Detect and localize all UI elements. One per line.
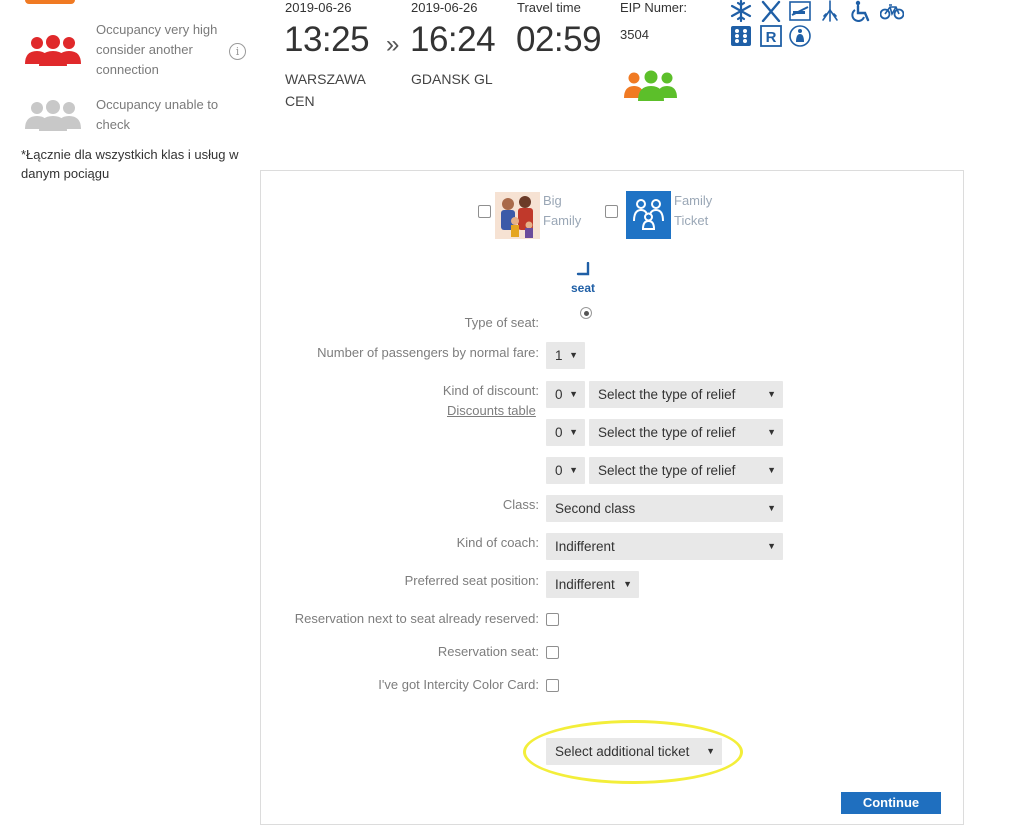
reservation-icon: R — [760, 25, 782, 47]
occupancy-unable-icon — [25, 100, 81, 131]
seat-position-select[interactable]: Indifferent ▼ — [546, 571, 639, 598]
departure-station-line1: WARSZAWA — [285, 71, 366, 87]
discount-label: Kind of discount: — [442, 383, 539, 398]
discount-count-select[interactable]: 0 ▼ — [546, 457, 585, 484]
passengers-select[interactable]: 1 ▼ — [546, 342, 585, 369]
discount-count-select[interactable]: 0 ▼ — [546, 419, 585, 446]
class-value: Second class — [555, 501, 636, 516]
legend-very-high-text: Occupancy very high consider another con… — [96, 20, 217, 80]
legend-very-high-line1: Occupancy very high — [96, 22, 218, 37]
arrow-icon: » — [386, 31, 400, 58]
passengers-value: 1 — [555, 348, 563, 363]
discount-count-value: 0 — [555, 425, 563, 440]
no-smoking-icon — [789, 1, 811, 21]
restaurant-icon — [761, 0, 781, 22]
class-label: Class: — [502, 497, 539, 512]
discount-type-select[interactable]: Select the type of relief ▼ — [589, 381, 783, 408]
chevron-down-icon: ▼ — [623, 579, 632, 589]
legend-note: *Łącznie dla wszystkich klas i usług w d… — [21, 147, 239, 181]
arrival-station: GDANSK GL — [411, 71, 493, 87]
svg-text:R: R — [766, 29, 777, 46]
travel-time-label: Travel time — [517, 0, 581, 15]
discount-type-select[interactable]: Select the type of relief ▼ — [589, 419, 783, 446]
color-card-checkbox[interactable] — [546, 679, 559, 692]
discount-count-value: 0 — [555, 463, 563, 478]
big-family-line2: Family — [543, 213, 582, 228]
big-family-line1: Big — [543, 193, 562, 208]
chevron-down-icon: ▼ — [569, 427, 578, 437]
departure-date: 2019-06-26 — [285, 0, 352, 15]
discount-type-value: Select the type of relief — [598, 387, 736, 402]
departure-station: WARSZAWA CEN — [285, 68, 366, 112]
continue-button[interactable]: Continue — [841, 792, 941, 814]
chevron-down-icon: ▼ — [767, 427, 776, 437]
color-card-label: I've got Intercity Color Card: — [378, 677, 539, 692]
departure-time: 13:25 — [284, 20, 370, 59]
wheelchair-icon — [851, 0, 870, 22]
snowflake-icon — [730, 0, 752, 22]
discounts-table-link[interactable]: Discounts table — [447, 403, 536, 418]
seat-label: seat — [571, 281, 596, 295]
departure-station-line2: CEN — [285, 93, 315, 109]
power-outlet-icon — [822, 0, 838, 22]
family-ticket-label: Family Ticket — [674, 191, 712, 231]
next-to-reserved-checkbox[interactable] — [546, 613, 559, 626]
passengers-label: Number of passengers by normal fare: — [317, 345, 539, 360]
chevron-down-icon: ▼ — [767, 389, 776, 399]
discount-count-select[interactable]: 0 ▼ — [546, 381, 585, 408]
legend-unable-line2: check — [96, 117, 130, 132]
reservation-seat-checkbox[interactable] — [546, 646, 559, 659]
chevron-down-icon: ▼ — [569, 350, 578, 360]
top-partial-occupancy-icon — [25, 0, 75, 4]
family-ticket-line1: Family — [674, 193, 713, 208]
eip-label: EIP Numer: — [620, 0, 687, 15]
legend-very-high-line2: consider another — [96, 42, 193, 57]
seat-position-label: Preferred seat position: — [404, 573, 539, 588]
next-to-reserved-label: Reservation next to seat already reserve… — [294, 611, 539, 626]
discount-count-value: 0 — [555, 387, 563, 402]
family-ticket-icon — [626, 191, 671, 239]
braille-icon — [731, 26, 751, 46]
eip-number: 3504 — [620, 27, 649, 42]
big-family-label: Big Family — [543, 191, 581, 231]
highlight-ellipse — [523, 720, 743, 784]
legend-unable-text: Occupancy unable to check — [96, 95, 218, 135]
arrival-time: 16:24 — [410, 20, 496, 59]
chevron-down-icon: ▼ — [767, 503, 776, 513]
family-ticket-line2: Ticket — [674, 213, 709, 228]
bicycle-icon — [880, 4, 904, 20]
seat-icon — [576, 262, 590, 276]
occupancy-status-icon — [624, 70, 677, 101]
reservation-seat-label: Reservation seat: — [437, 644, 539, 659]
discount-type-value: Select the type of relief — [598, 425, 736, 440]
class-select[interactable]: Second class ▼ — [546, 495, 783, 522]
discount-type-select[interactable]: Select the type of relief ▼ — [589, 457, 783, 484]
family-compartment-icon — [789, 25, 811, 47]
family-ticket-checkbox[interactable] — [605, 205, 618, 218]
legend-unable-line1: Occupancy unable to — [96, 97, 219, 112]
big-family-checkbox[interactable] — [478, 205, 491, 218]
legend-very-high-line3: connection — [96, 62, 159, 77]
info-icon[interactable]: i — [229, 43, 246, 60]
occupancy-very-high-icon — [25, 35, 81, 66]
discount-type-value: Select the type of relief — [598, 463, 736, 478]
coach-label: Kind of coach: — [456, 535, 539, 550]
type-of-seat-label: Type of seat: — [464, 315, 539, 330]
arrival-date: 2019-06-26 — [411, 0, 478, 15]
big-family-icon — [495, 192, 540, 239]
seat-radio[interactable] — [580, 307, 592, 319]
travel-time: 02:59 — [516, 20, 602, 59]
coach-value: Indifferent — [555, 539, 615, 554]
chevron-down-icon: ▼ — [767, 541, 776, 551]
chevron-down-icon: ▼ — [569, 465, 578, 475]
coach-select[interactable]: Indifferent ▼ — [546, 533, 783, 560]
chevron-down-icon: ▼ — [767, 465, 776, 475]
seat-position-value: Indifferent — [555, 577, 615, 592]
chevron-down-icon: ▼ — [569, 389, 578, 399]
